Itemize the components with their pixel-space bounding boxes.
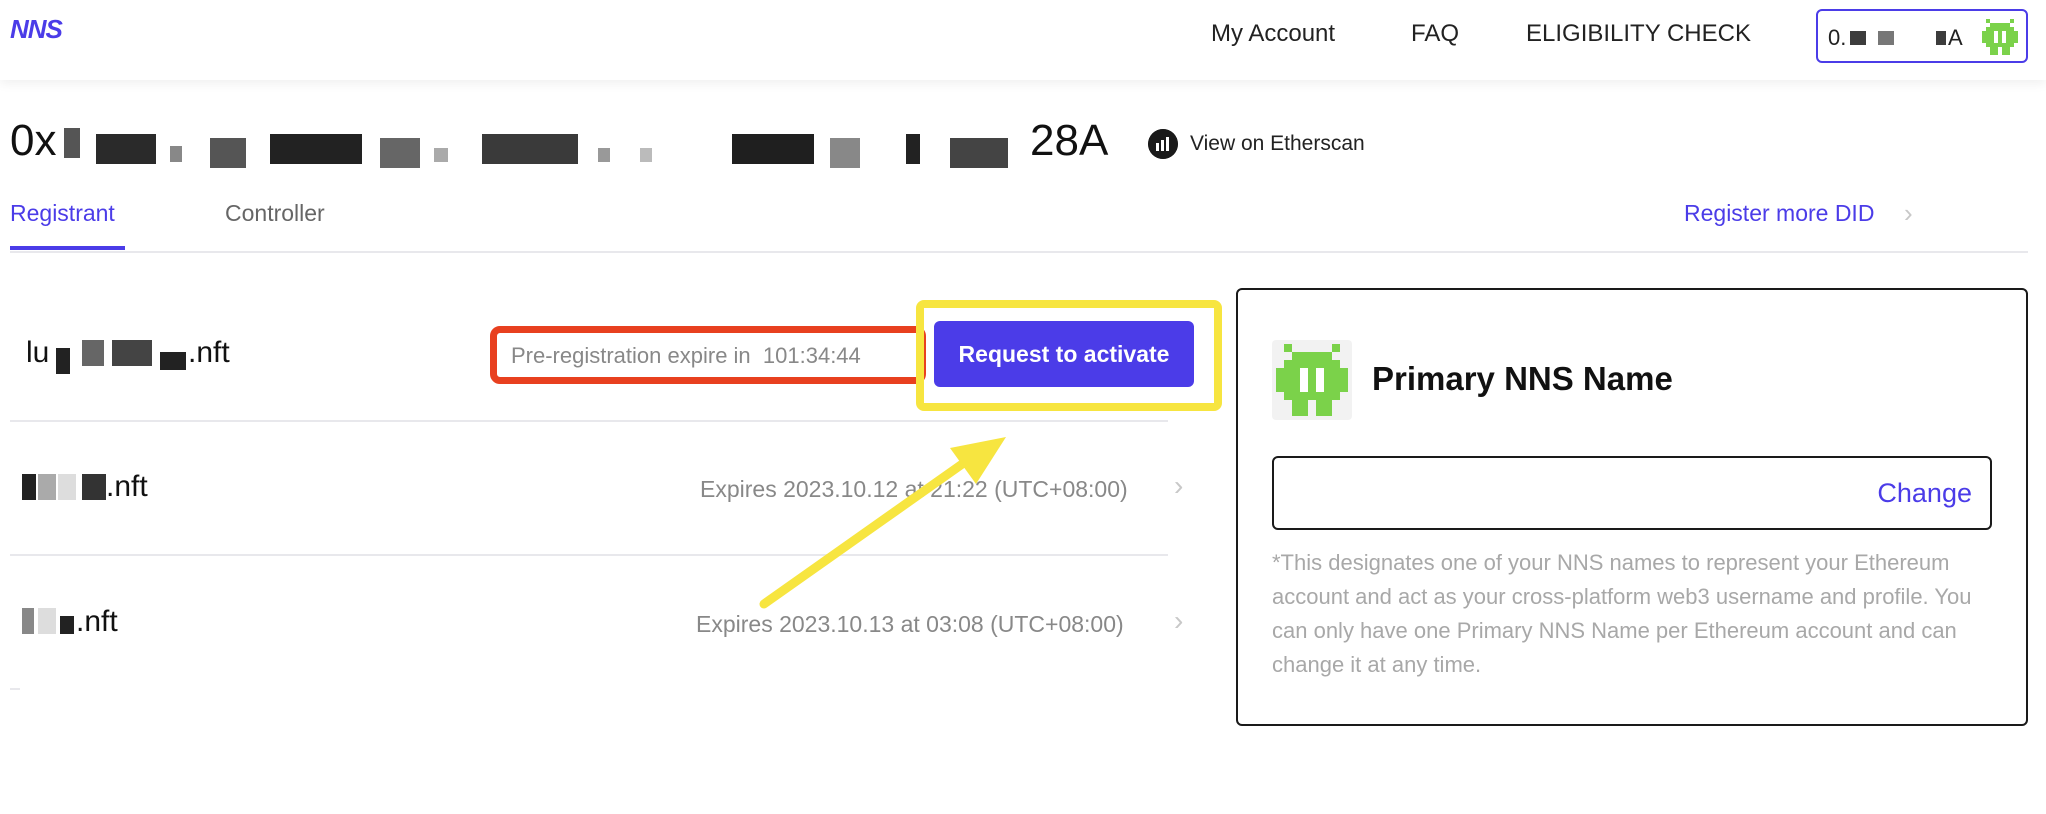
- view-on-etherscan-link[interactable]: View on Etherscan: [1148, 129, 1365, 159]
- name-suffix: .nft: [106, 470, 148, 503]
- name-suffix: .nft: [76, 605, 118, 638]
- wallet-button[interactable]: 0. A: [1816, 9, 2028, 63]
- address-prefix: 0x: [10, 116, 57, 165]
- redacted-block: [1878, 31, 1894, 45]
- chevron-right-icon[interactable]: ›: [1174, 605, 1183, 637]
- change-button[interactable]: Change: [1877, 478, 1972, 509]
- countdown-value: 101:34:44: [762, 343, 861, 368]
- primary-name-field[interactable]: Change: [1272, 456, 1992, 530]
- row-divider: [10, 554, 1168, 556]
- redacted-block: [82, 340, 104, 366]
- nav-eligibility-check[interactable]: ELIGIBILITY CHECK: [1526, 20, 1751, 48]
- active-tab-indicator: [10, 246, 125, 250]
- preregistration-countdown: Pre-registration expire in 101:34:44: [490, 326, 926, 384]
- account-address: 0x: [10, 116, 56, 166]
- nft-name-3[interactable]: .nft: [76, 605, 118, 639]
- redacted-block: [210, 138, 246, 168]
- etherscan-icon: [1148, 129, 1178, 159]
- top-header: NNS My Account FAQ ELIGIBILITY CHECK 0. …: [0, 0, 2046, 80]
- redacted-block: [38, 474, 56, 500]
- row-divider: [10, 420, 1168, 422]
- pixel-avatar-icon: [1982, 19, 2018, 55]
- avatar: [1272, 340, 1352, 420]
- redacted-block: [112, 340, 152, 366]
- wallet-address-prefix: 0.: [1828, 25, 1847, 50]
- redacted-block: [58, 474, 76, 500]
- primary-nns-name-card: Primary NNS Name Change *This designates…: [1236, 288, 2028, 726]
- redacted-block: [160, 352, 186, 370]
- tab-controller[interactable]: Controller: [225, 200, 325, 227]
- name-suffix: .nft: [188, 336, 230, 369]
- redacted-block: [82, 474, 106, 500]
- chevron-right-icon[interactable]: ›: [1174, 470, 1183, 502]
- redacted-block: [380, 138, 420, 168]
- tabs-divider: [10, 251, 2028, 253]
- redacted-block: [270, 134, 362, 164]
- wallet-address-suffix: A: [1948, 25, 1963, 50]
- card-description: *This designates one of your NNS names t…: [1272, 550, 1972, 677]
- redacted-block: [60, 616, 74, 634]
- redacted-block: [64, 128, 80, 158]
- row-divider: [10, 688, 20, 690]
- redacted-block: [830, 138, 860, 168]
- name-prefix: lu: [26, 336, 50, 369]
- chevron-right-icon: ›: [1904, 198, 1913, 228]
- redacted-block: [96, 134, 156, 164]
- redacted-block: [1850, 31, 1866, 45]
- expiry-date: Expires 2023.10.13 at 03:08 (UTC+08:00): [696, 611, 1124, 637]
- register-more-did-link[interactable]: Register more DID: [1684, 200, 1874, 227]
- redacted-block: [170, 146, 182, 162]
- countdown-text: Pre-registration expire in 101:34:44: [511, 343, 861, 369]
- redacted-block: [434, 148, 448, 162]
- redacted-block: [640, 148, 652, 162]
- redacted-block: [22, 474, 36, 500]
- etherscan-label: View on Etherscan: [1190, 132, 1365, 155]
- redacted-block: [38, 608, 56, 634]
- nft-name-2[interactable]: .nft: [106, 470, 148, 504]
- redacted-block: [906, 134, 920, 164]
- tab-registrant[interactable]: Registrant: [10, 200, 115, 227]
- card-title: Primary NNS Name: [1372, 360, 1673, 397]
- prereg-label: Pre-registration expire in: [511, 343, 751, 368]
- request-to-activate-button[interactable]: Request to activate: [934, 321, 1194, 387]
- redacted-block: [950, 138, 1008, 168]
- expiry-date: Expires 2023.10.12 at 21:22 (UTC+08:00): [700, 476, 1128, 502]
- address-suffix: 28A: [1030, 116, 1109, 165]
- nav-my-account[interactable]: My Account: [1211, 20, 1335, 48]
- pixel-avatar-icon: [1276, 344, 1348, 416]
- redacted-block: [56, 348, 70, 374]
- redacted-block: [598, 148, 610, 162]
- redacted-block: [732, 134, 814, 164]
- nft-name-1[interactable]: lu: [26, 336, 49, 370]
- redacted-block: [1936, 31, 1946, 45]
- nav-faq[interactable]: FAQ: [1411, 20, 1459, 48]
- redacted-block: [22, 608, 34, 634]
- redacted-block: [482, 134, 578, 164]
- nns-logo[interactable]: NNS: [10, 14, 63, 45]
